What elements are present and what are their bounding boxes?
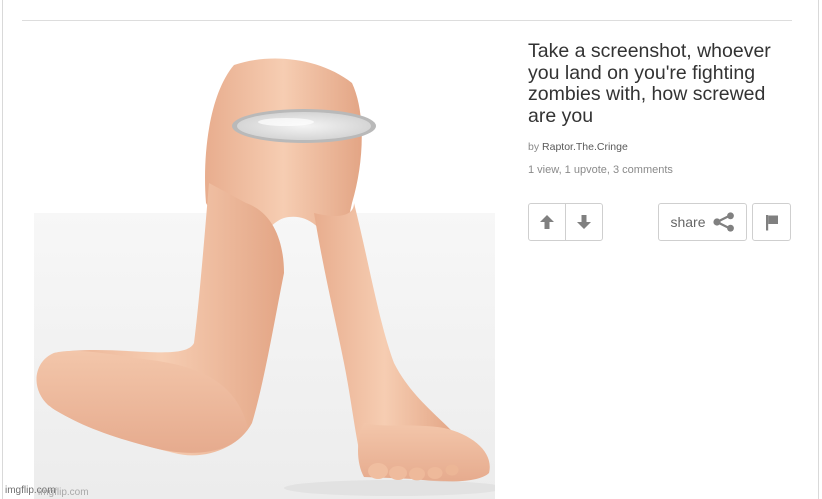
top-divider [22, 20, 792, 21]
post-title: Take a screenshot, whoever you land on y… [528, 40, 771, 127]
flag-button[interactable] [752, 203, 791, 241]
share-label: share [670, 214, 706, 230]
flag-icon [765, 214, 778, 230]
post-info: Take a screenshot, whoever you land on y… [528, 40, 790, 176]
byline: by Raptor.The.Cringe [528, 141, 790, 153]
arrow-up-icon [540, 215, 554, 229]
page-border-right [818, 0, 819, 499]
share-button[interactable]: share [658, 203, 747, 241]
upvote-button[interactable] [529, 204, 565, 240]
watermark-secondary: imgflip.com [38, 487, 89, 498]
legs-illustration [34, 58, 495, 499]
page-border-left [2, 0, 3, 499]
arrow-down-icon [577, 215, 591, 229]
vote-controls [528, 203, 603, 241]
byline-prefix: by [528, 141, 540, 153]
downvote-button[interactable] [565, 204, 602, 240]
post-stats: 1 view, 1 upvote, 3 comments [528, 164, 673, 176]
meme-image[interactable] [34, 43, 495, 499]
share-icon [712, 212, 734, 232]
author-link[interactable]: Raptor.The.Cringe [542, 141, 628, 153]
